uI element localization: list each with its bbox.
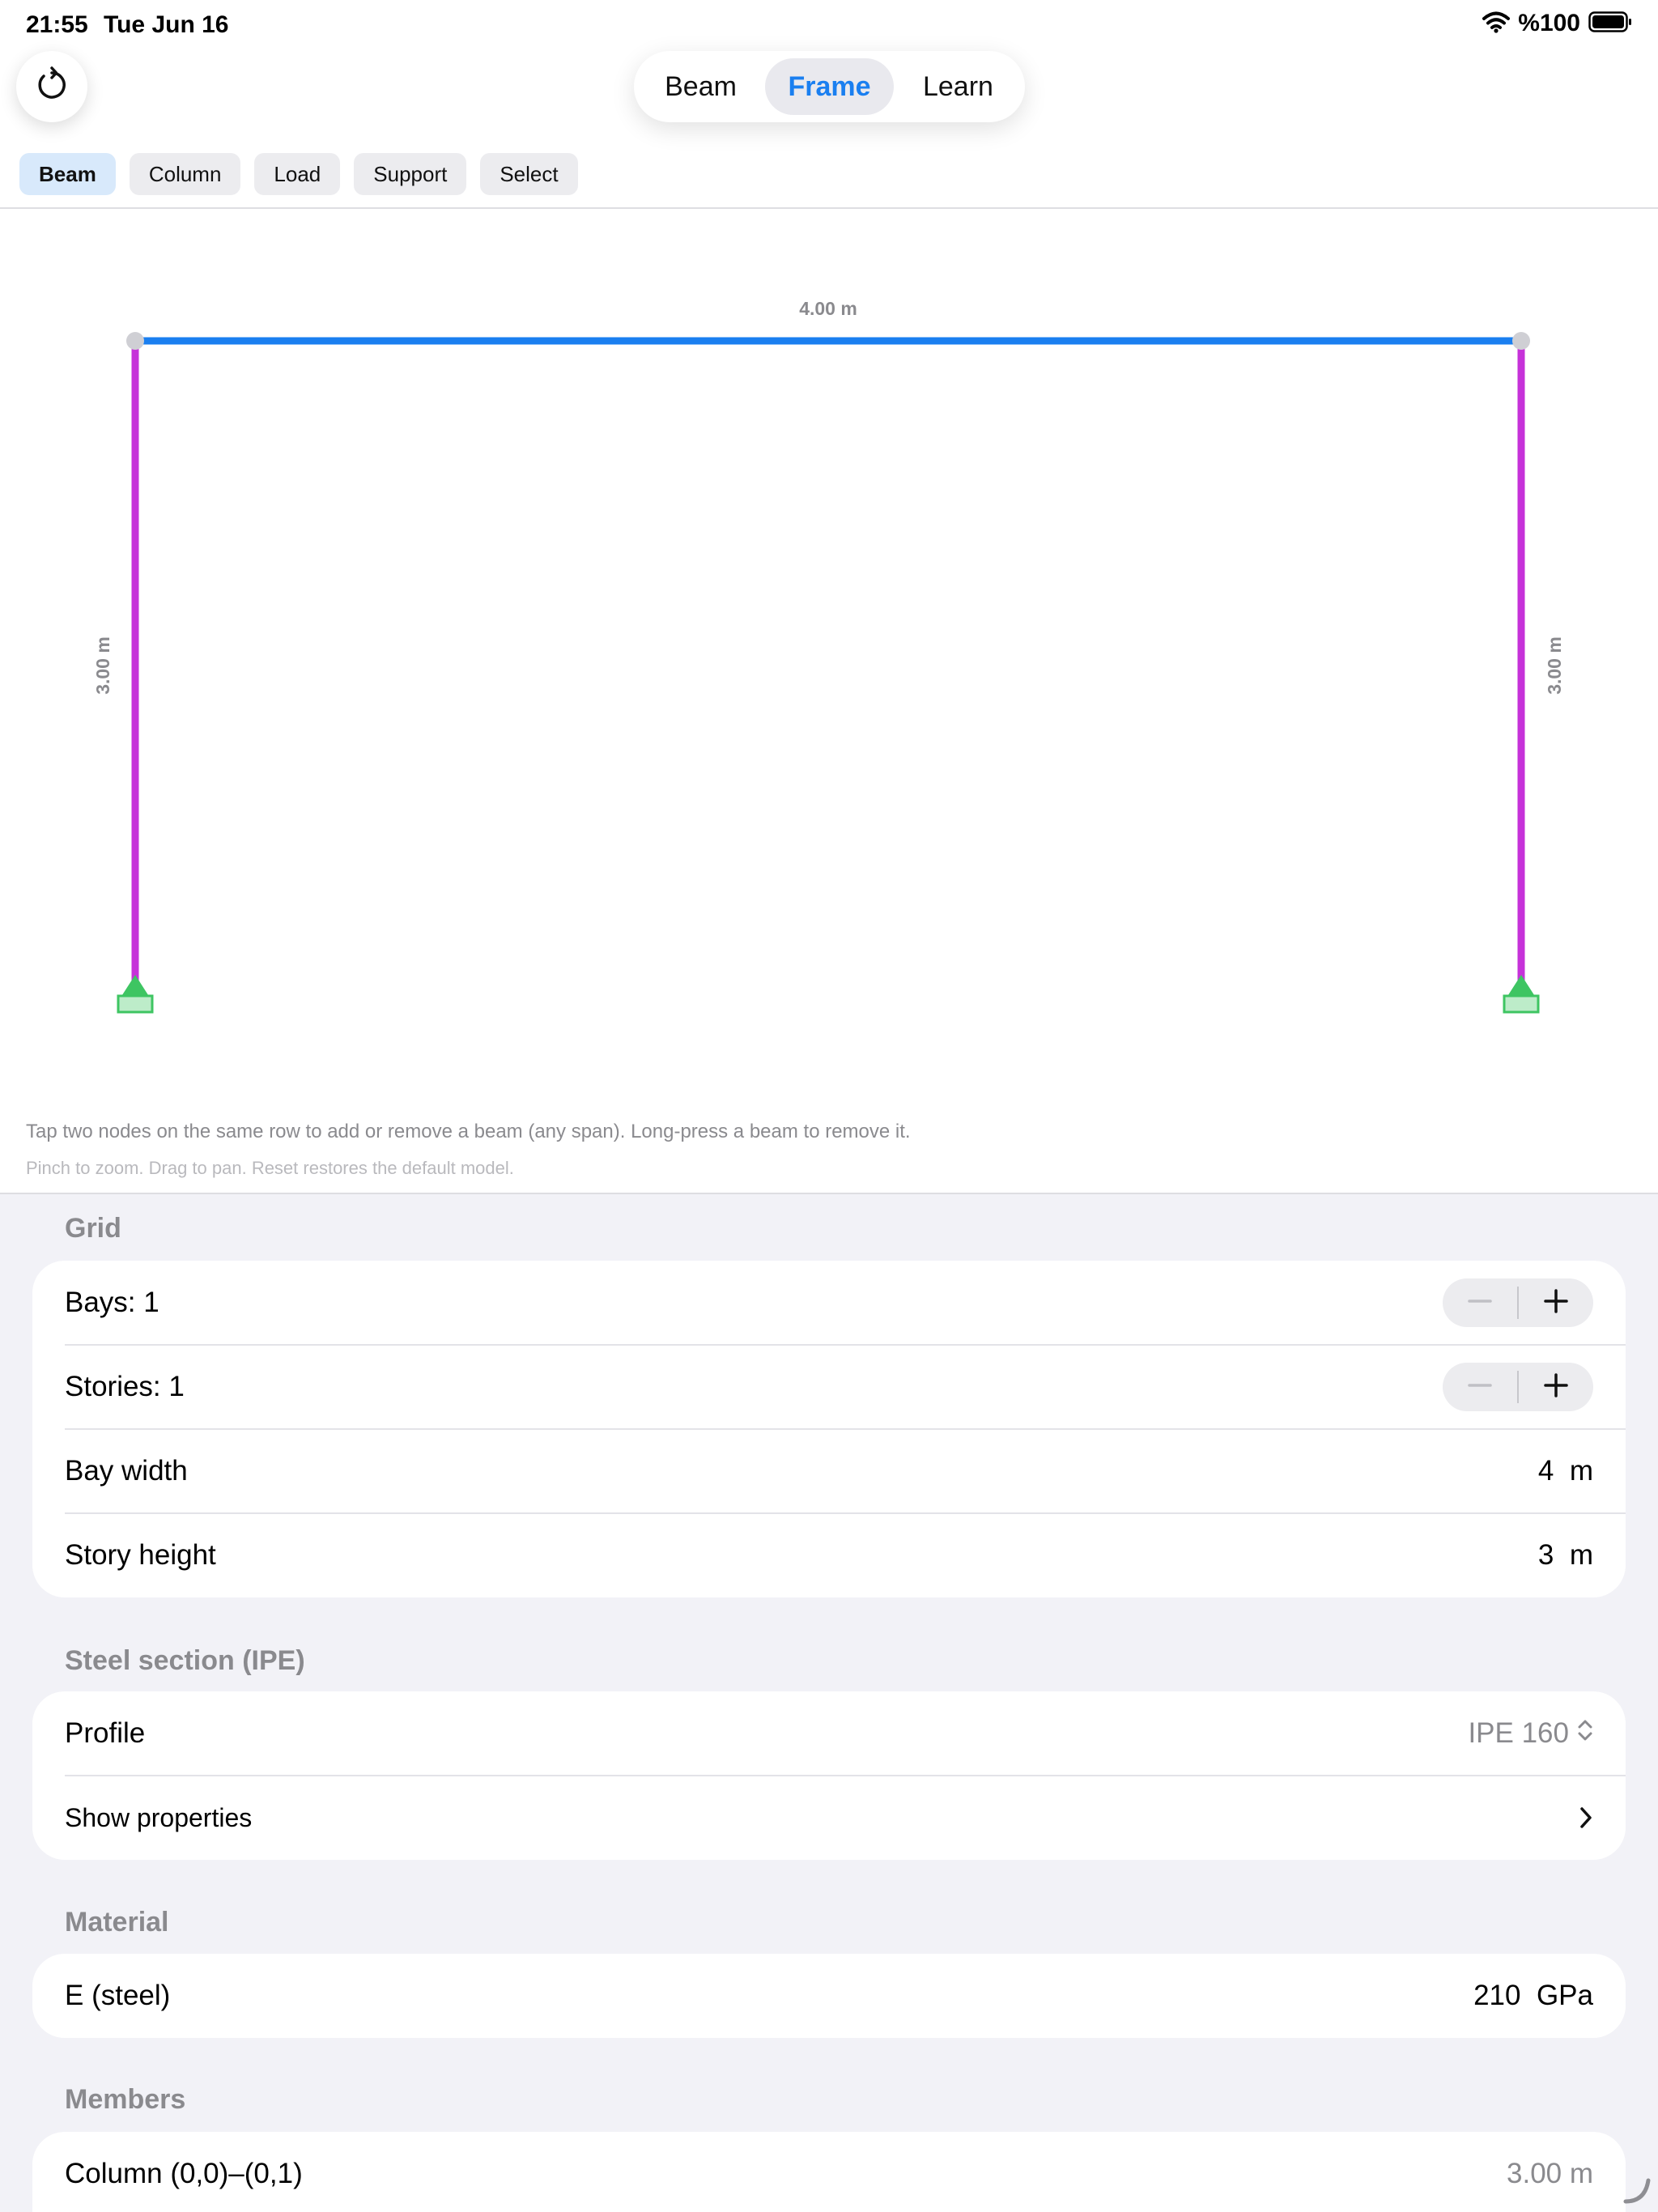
bays-decrement-button[interactable]	[1443, 1278, 1517, 1327]
support-left[interactable]	[117, 975, 154, 1014]
stories-decrement-button[interactable]	[1443, 1363, 1517, 1411]
chevron-up-down-icon	[1577, 1691, 1593, 1776]
bay-width-label: Bay width	[65, 1455, 188, 1487]
section-header-grid: Grid	[65, 1213, 121, 1244]
bay-width-row[interactable]: Bay width 4 m	[32, 1429, 1626, 1513]
e-steel-value[interactable]: 210 GPa	[1473, 1954, 1593, 2038]
mode-tab-frame[interactable]: Frame	[765, 58, 894, 115]
bays-label: Bays: 1	[65, 1287, 159, 1318]
bay-width-number[interactable]: 4	[1538, 1455, 1554, 1487]
status-time: 21:55	[26, 11, 88, 38]
battery-icon	[1588, 11, 1632, 36]
show-properties-row[interactable]: Show properties	[32, 1776, 1626, 1860]
member-row[interactable]: Column (0,0)–(0,1) 3.00 m	[32, 2132, 1626, 2212]
grid-card: Bays: 1 Stories: 1 Bay width 4 m Story h…	[32, 1261, 1626, 1597]
hint-gestures: Pinch to zoom. Drag to pan. Reset restor…	[26, 1158, 514, 1178]
bays-stepper	[1443, 1278, 1593, 1327]
plus-icon	[1544, 1372, 1568, 1402]
status-bar: 21:55 Tue Jun 16 %100	[0, 0, 1658, 52]
tool-select[interactable]: Select	[480, 153, 578, 195]
profile-row[interactable]: Profile IPE 160	[32, 1691, 1626, 1776]
wifi-icon	[1482, 11, 1511, 37]
mode-tab-beam[interactable]: Beam	[641, 58, 760, 115]
e-steel-label: E (steel)	[65, 1980, 171, 2011]
reset-icon	[33, 66, 70, 108]
section-header-members: Members	[65, 2084, 186, 2115]
scroll-indicator[interactable]	[1622, 2176, 1652, 2209]
member-length: 3.00 m	[1507, 2158, 1593, 2189]
hint-edit-beams: Tap two nodes on the same row to add or …	[26, 1121, 911, 1142]
battery-percentage: %100	[1518, 10, 1580, 36]
steel-section-card: Profile IPE 160 Show properties	[32, 1691, 1626, 1860]
left-column-length-label: 3.00 m	[92, 636, 113, 695]
bays-row: Bays: 1	[32, 1261, 1626, 1345]
plus-icon	[1544, 1288, 1568, 1317]
beam-length-label: 4.00 m	[799, 298, 857, 319]
tool-support[interactable]: Support	[354, 153, 467, 195]
minus-icon	[1468, 1289, 1492, 1317]
node-top-right[interactable]	[1512, 332, 1530, 350]
tool-beam[interactable]: Beam	[19, 153, 116, 195]
section-header-steel: Steel section (IPE)	[65, 1645, 305, 1676]
status-date: Tue Jun 16	[104, 11, 229, 38]
section-header-material: Material	[65, 1907, 169, 1938]
story-height-number[interactable]: 3	[1538, 1539, 1554, 1571]
bay-width-value[interactable]: 4 m	[1538, 1429, 1593, 1513]
profile-picker[interactable]: IPE 160	[1468, 1691, 1593, 1776]
frame-canvas[interactable]: 4.00 m 3.00 m 3.00 m	[0, 209, 1658, 1193]
stories-row: Stories: 1	[32, 1345, 1626, 1429]
mode-tab-learn[interactable]: Learn	[899, 58, 1018, 115]
reset-button[interactable]	[16, 51, 87, 122]
story-height-label: Story height	[65, 1539, 216, 1571]
story-height-value[interactable]: 3 m	[1538, 1513, 1593, 1597]
profile-label: Profile	[65, 1717, 146, 1749]
e-steel-unit: GPa	[1536, 1980, 1593, 2011]
bay-width-unit: m	[1569, 1455, 1593, 1487]
story-height-unit: m	[1569, 1539, 1593, 1571]
mode-segmented-control: Beam Frame Learn	[634, 51, 1025, 122]
e-steel-number[interactable]: 210	[1473, 1980, 1520, 2011]
right-column-length-label: 3.00 m	[1544, 636, 1565, 695]
story-height-row[interactable]: Story height 3 m	[32, 1513, 1626, 1597]
chevron-right-icon	[1579, 1776, 1593, 1860]
stories-stepper	[1443, 1363, 1593, 1411]
bays-increment-button[interactable]	[1519, 1278, 1593, 1327]
status-indicators: %100	[1482, 10, 1632, 37]
stories-increment-button[interactable]	[1519, 1363, 1593, 1411]
node-top-left[interactable]	[126, 332, 144, 350]
profile-value: IPE 160	[1468, 1717, 1569, 1749]
material-card: E (steel) 210 GPa	[32, 1954, 1626, 2038]
tool-column[interactable]: Column	[129, 153, 241, 195]
minus-icon	[1468, 1373, 1492, 1402]
members-card: Column (0,0)–(0,1) 3.00 m	[32, 2132, 1626, 2212]
support-right[interactable]	[1503, 975, 1540, 1014]
show-properties-label: Show properties	[65, 1803, 253, 1832]
e-steel-row[interactable]: E (steel) 210 GPa	[32, 1954, 1626, 2038]
member-label: Column (0,0)–(0,1)	[65, 2158, 303, 2189]
settings-panel[interactable]: Grid Bays: 1 Stories: 1 Bay width 4 m St…	[0, 1194, 1658, 2212]
tool-load[interactable]: Load	[254, 153, 341, 195]
stories-label: Stories: 1	[65, 1371, 185, 1402]
tool-chips: Beam Column Load Support Select	[19, 153, 578, 195]
